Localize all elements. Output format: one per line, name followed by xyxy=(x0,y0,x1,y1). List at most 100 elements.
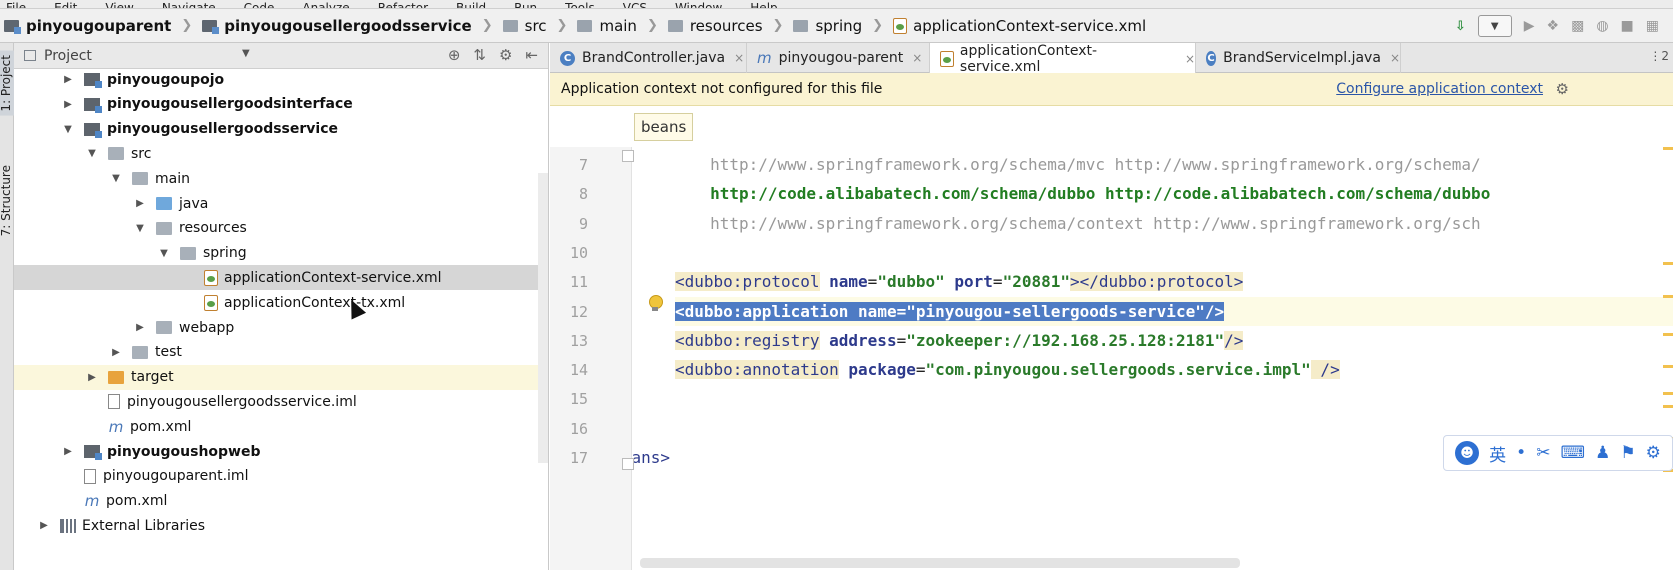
gear-icon[interactable]: ⚙ xyxy=(1646,443,1661,463)
project-panel-title[interactable]: Project xyxy=(44,48,92,64)
tree-item[interactable]: ▼ spring xyxy=(14,241,548,266)
expand-arrow-icon[interactable]: ▶ xyxy=(62,99,74,110)
stop-icon[interactable]: ■ xyxy=(1621,18,1634,34)
tree-item[interactable]: ▶ target xyxy=(14,364,548,390)
tab-project-tool[interactable]: 1: Project xyxy=(0,51,15,116)
tree-item[interactable]: ▶ java xyxy=(14,191,548,216)
expand-arrow-icon[interactable]: ▼ xyxy=(110,173,122,184)
hide-panel-icon[interactable]: ⇤ xyxy=(525,46,538,64)
close-tab-icon[interactable]: × xyxy=(1185,52,1195,66)
tree-item[interactable]: pinyougousellergoodsservice.iml xyxy=(14,389,548,414)
collapse-all-icon[interactable]: ⇅ xyxy=(473,46,486,64)
tree-item[interactable]: ▼ pinyougousellergoodsservice xyxy=(14,117,548,142)
code-line[interactable]: <dubbo:registry address="zookeeper://192… xyxy=(675,326,1673,355)
coverage-icon[interactable]: ▩ xyxy=(1571,18,1584,34)
tree-item[interactable]: pinyougouparent.iml xyxy=(14,464,548,489)
tree-item[interactable]: m pom.xml xyxy=(14,489,548,514)
breadcrumb-item[interactable]: spring ❯ xyxy=(789,9,889,43)
close-tab-icon[interactable]: × xyxy=(734,51,744,65)
warning-mark[interactable] xyxy=(1663,262,1673,265)
code-line[interactable]: <dubbo:application name="pinyougou-selle… xyxy=(675,296,1673,326)
tree-item[interactable]: ▶ pinyougousellergoodsinterface xyxy=(14,92,548,117)
code-line[interactable]: <dubbo:protocol name="dubbo" port="20881… xyxy=(675,267,1673,296)
expand-arrow-icon[interactable]: ▶ xyxy=(134,322,146,333)
code-line[interactable]: http://www.springframework.org/schema/mv… xyxy=(633,150,1673,179)
editor-tab[interactable]: applicationContext-service.xml × xyxy=(930,43,1196,75)
line-number: 16 xyxy=(569,419,588,438)
settings-gear-icon[interactable]: ⚙ xyxy=(499,46,512,64)
xml-breadcrumb-beans[interactable]: beans xyxy=(634,113,694,141)
expand-arrow-icon[interactable]: ▼ xyxy=(158,248,170,259)
profile-icon[interactable]: ◍ xyxy=(1596,18,1608,34)
tree-item[interactable]: ▶ External Libraries xyxy=(14,513,548,538)
warning-mark[interactable] xyxy=(1663,147,1673,150)
fold-marker-icon[interactable] xyxy=(622,150,634,162)
warning-mark[interactable] xyxy=(1663,405,1673,408)
tab-overflow-indicator[interactable]: ⋮2 xyxy=(1649,49,1669,63)
tree-item[interactable]: applicationContext-tx.xml xyxy=(14,290,548,315)
tree-item[interactable]: ▼ resources xyxy=(14,216,548,241)
code-line[interactable] xyxy=(633,384,1673,413)
warning-mark[interactable] xyxy=(1663,295,1673,298)
intention-bulb-icon[interactable] xyxy=(647,295,663,313)
editor-tab[interactable]: m pinyougou-parent × xyxy=(747,43,930,73)
close-tab-icon[interactable]: × xyxy=(1390,51,1400,65)
locate-file-icon[interactable]: ⊕ xyxy=(448,46,461,64)
configure-context-link[interactable]: Configure application context xyxy=(1336,81,1543,97)
breadcrumb-item[interactable]: pinyougouparent ❯ xyxy=(0,9,198,43)
breadcrumb-item[interactable]: main ❯ xyxy=(573,9,663,43)
warning-mark[interactable] xyxy=(1663,333,1673,336)
breadcrumb-item[interactable]: applicationContext-service.xml xyxy=(889,9,1152,43)
build-icon[interactable]: ⇩ xyxy=(1455,19,1466,34)
tree-item[interactable]: ▶ test xyxy=(14,340,548,365)
close-tab-icon[interactable]: × xyxy=(912,51,922,65)
scissors-icon[interactable]: ✂ xyxy=(1536,443,1550,463)
tree-item[interactable]: m pom.xml xyxy=(14,414,548,439)
fold-marker-icon[interactable] xyxy=(622,458,634,470)
tree-item[interactable]: ▼ main xyxy=(14,166,548,191)
punctuation-icon[interactable]: • xyxy=(1516,443,1526,463)
shirt-icon[interactable]: ⚑ xyxy=(1620,443,1635,463)
error-stripe[interactable] xyxy=(1661,147,1673,570)
expand-arrow-icon[interactable]: ▶ xyxy=(38,520,50,531)
run-config-dropdown[interactable]: ▼ xyxy=(1477,15,1512,37)
tab-structure-tool[interactable]: 7: Structure xyxy=(0,161,15,240)
code-line[interactable]: <dubbo:annotation package="com.pinyougou… xyxy=(675,355,1673,384)
tree-item[interactable]: ▶ pinyougoupojo xyxy=(14,69,548,92)
tree-scrollbar[interactable] xyxy=(538,173,548,463)
ime-mode-toggle[interactable]: 英 xyxy=(1489,441,1506,466)
tree-item[interactable]: applicationContext-service.xml xyxy=(14,265,548,291)
expand-arrow-icon[interactable]: ▶ xyxy=(86,372,98,383)
expand-arrow-icon[interactable]: ▶ xyxy=(62,74,74,85)
keyboard-icon[interactable]: ⌨ xyxy=(1560,443,1585,463)
expand-arrow-icon[interactable]: ▶ xyxy=(110,347,122,358)
tree-item[interactable]: ▶ pinyougoushopweb xyxy=(14,439,548,464)
expand-arrow-icon[interactable]: ▶ xyxy=(62,446,74,457)
editor-tab[interactable]: C BrandController.java × xyxy=(550,43,747,73)
tree-item[interactable]: ▶ webapp xyxy=(14,315,548,340)
project-structure-icon[interactable]: ▦ xyxy=(1646,18,1659,34)
debug-icon[interactable]: ❖ xyxy=(1547,18,1560,34)
expand-arrow-icon[interactable]: ▶ xyxy=(134,198,146,209)
code-line[interactable] xyxy=(633,238,1673,267)
breadcrumb-item[interactable]: pinyougousellergoodsservice ❯ xyxy=(198,9,498,43)
expand-arrow-icon[interactable]: ▼ xyxy=(134,223,146,234)
code-line[interactable]: http://www.springframework.org/schema/co… xyxy=(633,209,1673,238)
run-icon[interactable]: ▶ xyxy=(1524,18,1535,34)
horizontal-scrollbar[interactable] xyxy=(640,558,1240,568)
user-icon[interactable]: ♟ xyxy=(1595,443,1610,463)
view-mode-dropdown-icon[interactable]: ▼ xyxy=(242,48,250,59)
code-line[interactable]: http://code.alibabatech.com/schema/dubbo… xyxy=(633,179,1673,208)
maven-icon: m xyxy=(84,492,100,511)
banner-gear-icon[interactable]: ⚙ xyxy=(1556,80,1569,98)
breadcrumb-item[interactable]: src ❯ xyxy=(499,9,574,43)
tree-item[interactable]: ▼ src xyxy=(14,141,548,166)
expand-arrow-icon[interactable]: ▼ xyxy=(62,124,74,135)
warning-mark[interactable] xyxy=(1663,365,1673,368)
expand-arrow-icon[interactable]: ▼ xyxy=(86,148,98,159)
editor-tab[interactable]: C BrandServiceImpl.java × xyxy=(1196,43,1401,73)
warning-mark[interactable] xyxy=(1663,392,1673,395)
breadcrumb-item[interactable]: resources ❯ xyxy=(664,9,790,43)
code-editor[interactable]: http://www.springframework.org/schema/mv… xyxy=(633,147,1673,570)
ime-logo-icon[interactable]: ☻ xyxy=(1455,441,1480,465)
